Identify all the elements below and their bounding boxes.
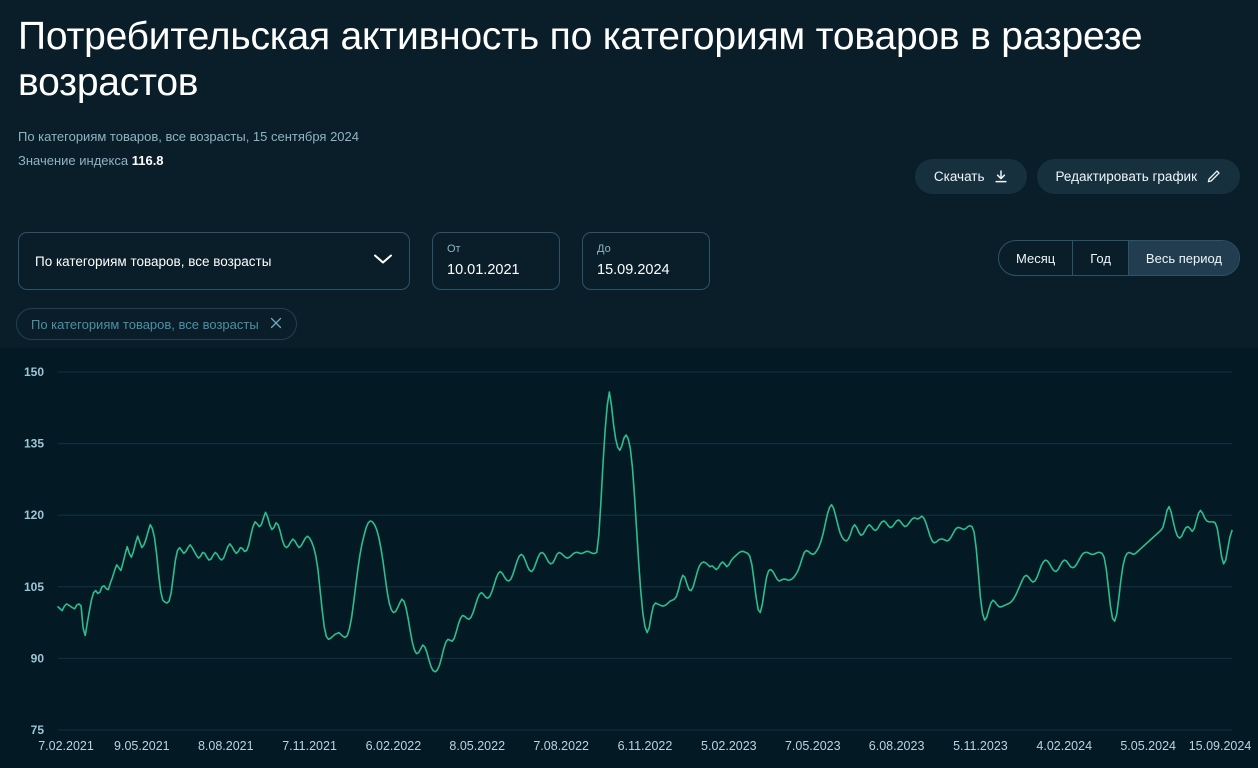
- page-title: Потребительская активность по категориям…: [18, 15, 1143, 104]
- category-select-value: По категориям товаров, все возрасты: [35, 253, 272, 269]
- chevron-down-icon: [373, 252, 393, 270]
- date-to-input[interactable]: До 15.09.2024: [582, 232, 710, 290]
- x-axis-tick-label: 5.05.2024: [1120, 739, 1176, 753]
- chart-container: 75 90 105 120 135 150 7.02.2021 9.05.2021 8.08.…: [0, 348, 1258, 768]
- index-value: 116.8: [131, 153, 164, 168]
- x-axis-tick-label: 6.02.2022: [366, 739, 422, 753]
- download-button[interactable]: Скачать: [914, 159, 1027, 194]
- x-axis-tick-label: 7.11.2021: [282, 739, 337, 753]
- series-line-consumer-activity: [57, 391, 1233, 673]
- x-axis-tick-label: 5.11.2023: [953, 739, 1008, 753]
- date-from-value: 10.01.2021: [447, 262, 520, 278]
- page-subtitle: По категориям товаров, все возрасты, 15 …: [18, 129, 359, 144]
- close-icon[interactable]: [270, 317, 282, 332]
- edit-chart-button-label: Редактировать график: [1055, 169, 1198, 184]
- y-axis-tick-label: 75: [31, 723, 45, 737]
- x-axis-tick-label: 5.02.2023: [701, 739, 757, 753]
- date-to-value: 15.09.2024: [597, 262, 670, 278]
- y-axis-tick-label: 135: [24, 437, 44, 451]
- download-button-label: Скачать: [933, 169, 985, 184]
- x-axis-tick-label: 4.02.2024: [1036, 739, 1092, 753]
- y-axis-tick-label: 120: [24, 508, 44, 522]
- x-axis-tick-label: 7.05.2023: [785, 739, 841, 753]
- period-option-all[interactable]: Весь период: [1127, 241, 1239, 275]
- y-axis-tick-label: 90: [31, 651, 45, 665]
- x-axis-tick-label: 8.08.2021: [198, 739, 254, 753]
- period-option-year[interactable]: Год: [1072, 241, 1128, 275]
- y-axis-tick-label: 150: [24, 365, 44, 379]
- filter-row: По категориям товаров, все возрасты От 1…: [18, 232, 710, 290]
- y-axis-tick-label: 105: [24, 580, 44, 594]
- filter-chip-label: По категориям товаров, все возрасты: [31, 316, 259, 332]
- period-toggle-group: Месяц Год Весь период: [998, 240, 1240, 276]
- x-axis-tick-label: 6.08.2023: [869, 739, 925, 753]
- date-to-label: До: [597, 243, 611, 255]
- x-axis-tick-label: 7.08.2022: [533, 739, 589, 753]
- category-select[interactable]: По категориям товаров, все возрасты: [18, 232, 410, 290]
- active-filters: По категориям товаров, все возрасты: [16, 308, 297, 340]
- period-option-month[interactable]: Месяц: [999, 241, 1072, 275]
- chart-y-axis: 75 90 105 120 135 150: [24, 365, 44, 737]
- x-axis-tick-label: 8.05.2022: [449, 739, 505, 753]
- x-axis-tick-label: 9.05.2021: [114, 739, 170, 753]
- chart-x-axis: 7.02.2021 9.05.2021 8.08.2021 7.11.2021 6.02…: [38, 739, 1251, 753]
- index-label: Значение индекса: [18, 153, 129, 168]
- header-actions: Скачать Редактировать график: [914, 159, 1240, 194]
- x-axis-tick-label: 15.09.2024: [1189, 739, 1252, 753]
- date-from-label: От: [447, 243, 461, 255]
- pencil-icon: [1206, 169, 1221, 184]
- x-axis-tick-label: 6.11.2022: [618, 739, 673, 753]
- line-chart[interactable]: 75 90 105 120 135 150 7.02.2021 9.05.2021 8.08.…: [0, 348, 1258, 768]
- x-axis-tick-label: 7.02.2021: [38, 739, 94, 753]
- date-from-input[interactable]: От 10.01.2021: [432, 232, 560, 290]
- filter-chip[interactable]: По категориям товаров, все возрасты: [16, 308, 297, 340]
- edit-chart-button[interactable]: Редактировать график: [1036, 159, 1240, 194]
- dashboard-page: Потребительская активность по категориям…: [0, 0, 1258, 768]
- download-icon: [994, 169, 1008, 184]
